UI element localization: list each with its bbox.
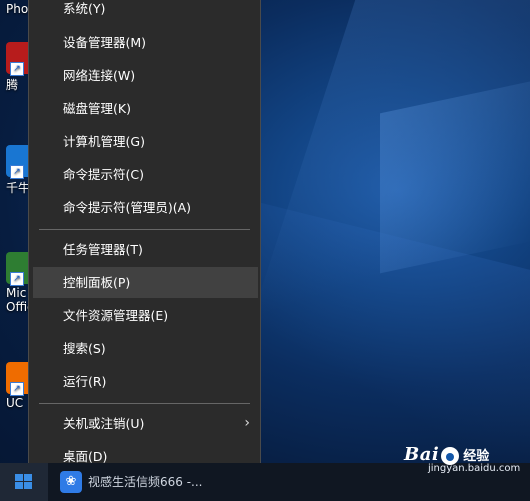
menu-item-label: 命令提示符(管理员)(A) (63, 200, 192, 215)
chevron-right-icon: › (244, 415, 250, 431)
shortcut-arrow-icon: ↗ (10, 62, 24, 76)
menu-item-label: 控制面板(P) (63, 275, 131, 290)
wallpaper-light-beam (231, 0, 530, 380)
menu-item-command-prompt-admin[interactable]: 命令提示符(管理员)(A) (33, 192, 258, 223)
menu-item-label: 命令提示符(C) (63, 167, 144, 182)
menu-item-label: 关机或注销(U) (63, 416, 145, 431)
menu-item-label: 磁盘管理(K) (63, 101, 131, 116)
windows-logo-icon (15, 474, 33, 490)
taskbar-app-icon[interactable]: ❀ (60, 471, 82, 493)
start-button[interactable] (0, 463, 48, 501)
menu-item-network-connections[interactable]: 网络连接(W) (33, 60, 258, 91)
watermark-subbrand: 经验 (463, 449, 490, 464)
menu-item-command-prompt[interactable]: 命令提示符(C) (33, 159, 258, 190)
watermark-url: jingyan.baidu.com (428, 463, 521, 474)
baidu-jingyan-watermark: Bai 经验 jingyan.baidu.com (404, 444, 520, 474)
menu-item-label: 设备管理器(M) (63, 35, 147, 50)
menu-item-disk-management[interactable]: 磁盘管理(K) (33, 93, 258, 124)
shortcut-arrow-icon: ↗ (10, 165, 24, 179)
menu-item-label: 任务管理器(T) (63, 242, 143, 257)
menu-item-file-explorer[interactable]: 文件资源管理器(E) (33, 300, 258, 331)
menu-item-label: 计算机管理(G) (63, 134, 145, 149)
menu-item-search[interactable]: 搜索(S) (33, 333, 258, 364)
menu-item-task-manager[interactable]: 任务管理器(T) (33, 234, 258, 265)
watermark-brand: Bai (404, 444, 440, 465)
menu-item-label: 文件资源管理器(E) (63, 308, 169, 323)
shortcut-arrow-icon: ↗ (10, 382, 24, 396)
menu-item-label: 运行(R) (63, 374, 107, 389)
baidu-paw-icon (441, 446, 460, 465)
winx-context-menu: 系统(Y) 设备管理器(M) 网络连接(W) 磁盘管理(K) 计算机管理(G) … (28, 0, 261, 480)
menu-item-system[interactable]: 系统(Y) (33, 0, 258, 24)
wallpaper-light-beam (260, 202, 530, 478)
menu-item-control-panel[interactable]: 控制面板(P) (33, 267, 258, 298)
menu-item-label: 网络连接(W) (63, 68, 136, 83)
menu-item-label: 搜索(S) (63, 341, 106, 356)
menu-item-shutdown-signout[interactable]: 关机或注销(U) › (33, 408, 258, 439)
menu-item-label: 系统(Y) (63, 1, 106, 16)
menu-item-computer-management[interactable]: 计算机管理(G) (33, 126, 258, 157)
taskbar-app-title[interactable]: 视感生活信频666 -... (88, 473, 203, 490)
shortcut-arrow-icon: ↗ (10, 272, 24, 286)
menu-separator (39, 403, 250, 404)
menu-item-run[interactable]: 运行(R) (33, 366, 258, 397)
menu-item-device-manager[interactable]: 设备管理器(M) (33, 27, 258, 58)
menu-separator (39, 229, 250, 230)
menu-item-label: 桌面(D) (63, 449, 108, 464)
wallpaper-light-beam (380, 66, 530, 274)
